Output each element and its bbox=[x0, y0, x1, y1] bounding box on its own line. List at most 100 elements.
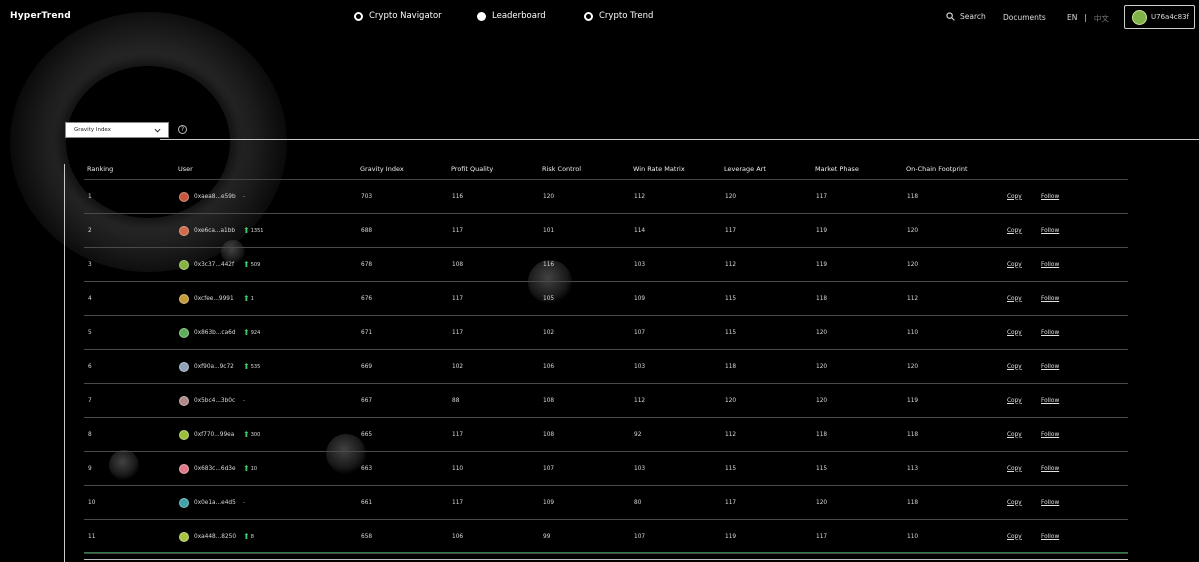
language-switcher: EN | 中文 bbox=[1067, 13, 1109, 24]
user-address[interactable]: 0xf770...99ea bbox=[194, 432, 234, 438]
follow-button[interactable]: Follow bbox=[1041, 534, 1059, 540]
app-logo[interactable]: HyperTrend bbox=[10, 11, 71, 21]
column-header[interactable]: Risk Control bbox=[542, 165, 581, 173]
follow-button[interactable]: Follow bbox=[1041, 228, 1059, 234]
user-cell[interactable]: 0xf90a...9c72 bbox=[179, 361, 234, 372]
user-cell[interactable]: 0x863b...ca6d bbox=[179, 327, 236, 338]
profit-quality: 117 bbox=[452, 431, 464, 438]
rank-change-value: 535 bbox=[250, 363, 261, 370]
user-address[interactable]: 0xaea8...e59b bbox=[194, 194, 236, 200]
user-cell[interactable]: 0x683c...6d3e bbox=[179, 463, 236, 474]
risk-control: 105 bbox=[543, 295, 555, 302]
user-address[interactable]: 0xe6ca...a1bb bbox=[194, 228, 235, 234]
account-button[interactable]: U76a4c83f bbox=[1124, 5, 1195, 29]
rank-change: ⬆ - bbox=[243, 398, 245, 404]
market-phase: 120 bbox=[816, 397, 828, 404]
copy-button[interactable]: Copy bbox=[1007, 330, 1022, 336]
user-address[interactable]: 0xf90a...9c72 bbox=[194, 364, 234, 370]
follow-button[interactable]: Follow bbox=[1041, 296, 1059, 302]
on-chain-footprint: 118 bbox=[907, 499, 919, 506]
follow-button[interactable]: Follow bbox=[1041, 330, 1059, 336]
user-address[interactable]: 0xcfee...9991 bbox=[194, 296, 234, 302]
rank-change: ⬆ 10 bbox=[243, 464, 258, 473]
user-cell[interactable]: 0xcfee...9991 bbox=[179, 293, 234, 304]
user-address[interactable]: 0x863b...ca6d bbox=[194, 330, 236, 336]
nav-leaderboard[interactable]: Leaderboard bbox=[477, 11, 546, 21]
copy-button[interactable]: Copy bbox=[1007, 466, 1022, 472]
user-cell[interactable]: 0xf770...99ea bbox=[179, 429, 234, 440]
rank-change-value: - bbox=[243, 397, 245, 404]
user-cell[interactable]: 0x5bc4...3b0c bbox=[179, 395, 235, 406]
column-header[interactable]: Market Phase bbox=[815, 165, 859, 173]
table-header: Ranking User Gravity Index Profit Qualit… bbox=[84, 156, 1128, 180]
column-header[interactable]: Profit Quality bbox=[451, 165, 493, 173]
copy-button[interactable]: Copy bbox=[1007, 364, 1022, 370]
copy-button[interactable]: Copy bbox=[1007, 194, 1022, 200]
risk-control: 108 bbox=[543, 397, 555, 404]
copy-button[interactable]: Copy bbox=[1007, 534, 1022, 540]
user-cell[interactable]: 0xaea8...e59b bbox=[179, 191, 236, 202]
avatar bbox=[179, 361, 189, 372]
rank-change: ⬆ 1351 bbox=[243, 226, 263, 235]
user-cell[interactable]: 0x0e1a...e4d5 bbox=[179, 497, 236, 508]
rank-change: ⬆ 509 bbox=[243, 260, 260, 269]
user-address[interactable]: 0x3c37...442f bbox=[194, 262, 234, 268]
arrow-up-icon: ⬆ bbox=[243, 293, 250, 303]
follow-button[interactable]: Follow bbox=[1041, 194, 1059, 200]
rank-change-value: 10 bbox=[250, 465, 258, 472]
profit-quality: 108 bbox=[452, 261, 464, 268]
rank-change-value: 924 bbox=[250, 329, 261, 336]
market-phase: 119 bbox=[816, 227, 828, 234]
arrow-up-icon: ⬆ bbox=[243, 361, 250, 371]
help-icon[interactable]: ? bbox=[178, 125, 187, 134]
copy-button[interactable]: Copy bbox=[1007, 228, 1022, 234]
copy-button[interactable]: Copy bbox=[1007, 398, 1022, 404]
follow-button[interactable]: Follow bbox=[1041, 364, 1059, 370]
follow-button[interactable]: Follow bbox=[1041, 398, 1059, 404]
leverage-art: 119 bbox=[725, 533, 737, 540]
copy-button[interactable]: Copy bbox=[1007, 500, 1022, 506]
column-header[interactable]: Win Rate Matrix bbox=[633, 165, 685, 173]
user-cell[interactable]: 0xa448...8250 bbox=[179, 531, 236, 542]
follow-button[interactable]: Follow bbox=[1041, 500, 1059, 506]
search-button[interactable]: Search bbox=[946, 12, 986, 21]
leverage-art: 115 bbox=[725, 329, 737, 336]
column-header[interactable]: On-Chain Footprint bbox=[906, 165, 968, 173]
follow-button[interactable]: Follow bbox=[1041, 466, 1059, 472]
avatar bbox=[179, 429, 189, 440]
on-chain-footprint: 112 bbox=[907, 295, 919, 302]
gravity-index: 661 bbox=[361, 499, 373, 506]
avatar bbox=[179, 395, 189, 406]
copy-button[interactable]: Copy bbox=[1007, 432, 1022, 438]
rank: 6 bbox=[88, 363, 92, 370]
user-cell[interactable]: 0x3c37...442f bbox=[179, 259, 234, 270]
leverage-art: 120 bbox=[725, 397, 737, 404]
lang-zh[interactable]: 中文 bbox=[1094, 13, 1109, 24]
profit-quality: 88 bbox=[452, 397, 460, 404]
user-address[interactable]: 0xa448...8250 bbox=[194, 534, 236, 540]
column-header[interactable]: Gravity Index bbox=[360, 165, 404, 173]
user-address[interactable]: 0x0e1a...e4d5 bbox=[194, 500, 236, 506]
follow-button[interactable]: Follow bbox=[1041, 432, 1059, 438]
on-chain-footprint: 119 bbox=[907, 397, 919, 404]
user-cell[interactable]: 0xe6ca...a1bb bbox=[179, 225, 235, 236]
lang-en[interactable]: EN bbox=[1067, 13, 1077, 24]
follow-button[interactable]: Follow bbox=[1041, 262, 1059, 268]
search-icon bbox=[946, 12, 955, 21]
copy-button[interactable]: Copy bbox=[1007, 262, 1022, 268]
leverage-art: 115 bbox=[725, 295, 737, 302]
user-address[interactable]: 0x683c...6d3e bbox=[194, 466, 236, 472]
win-rate-matrix: 107 bbox=[634, 329, 646, 336]
rank: 7 bbox=[88, 397, 92, 404]
user-address[interactable]: 0x5bc4...3b0c bbox=[194, 398, 235, 404]
leverage-art: 117 bbox=[725, 227, 737, 234]
copy-button[interactable]: Copy bbox=[1007, 296, 1022, 302]
rank: 2 bbox=[88, 227, 92, 234]
column-header[interactable]: Leverage Art bbox=[724, 165, 766, 173]
table-row: 7 0x5bc4...3b0c ⬆ - 667 88 108 112 120 1… bbox=[84, 384, 1128, 418]
documents-link[interactable]: Documents bbox=[1003, 13, 1046, 22]
nav-crypto-navigator[interactable]: Crypto Navigator bbox=[354, 11, 442, 21]
sort-select[interactable]: Gravity Index bbox=[65, 122, 169, 138]
nav-crypto-trend[interactable]: Crypto Trend bbox=[584, 11, 653, 21]
account-label: U76a4c83f bbox=[1151, 13, 1189, 21]
